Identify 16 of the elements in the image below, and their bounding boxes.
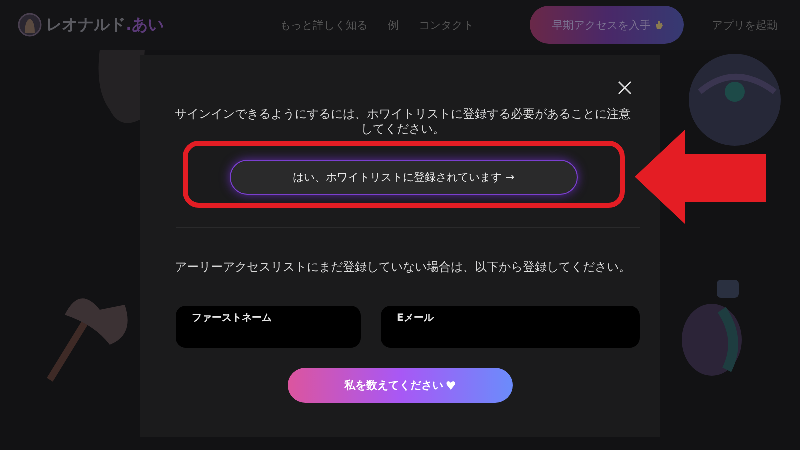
nav-link[interactable]: もっと詳しく知る	[280, 18, 368, 32]
early-access-button[interactable]: 早期アクセスを入手	[530, 6, 684, 44]
whitelisted-button[interactable]: はい、ホワイトリストに登録されています →	[230, 160, 578, 195]
launch-app-link[interactable]: アプリを起動	[712, 18, 778, 32]
brand-name[interactable]: レオナルド.あい	[46, 14, 164, 36]
input-field[interactable]: ファーストネーム	[176, 306, 361, 348]
input-field[interactable]: Eメール	[381, 306, 640, 348]
signup-text: アーリーアクセスリストにまだ登録していない場合は、以下から登録してください。	[174, 260, 632, 275]
close-icon[interactable]	[618, 81, 632, 95]
nav-link[interactable]: 例	[388, 18, 399, 32]
logo-icon	[18, 13, 42, 37]
count-me-in-button[interactable]: 私を数えてください	[288, 368, 512, 403]
whitelist-notice: サインインできるようにするには、ホワイトリストに登録する必要があることに注意してください。	[174, 107, 632, 137]
nav-link[interactable]: コンタクト	[419, 18, 474, 32]
heart-icon	[446, 381, 456, 390]
hand-icon	[655, 20, 664, 30]
